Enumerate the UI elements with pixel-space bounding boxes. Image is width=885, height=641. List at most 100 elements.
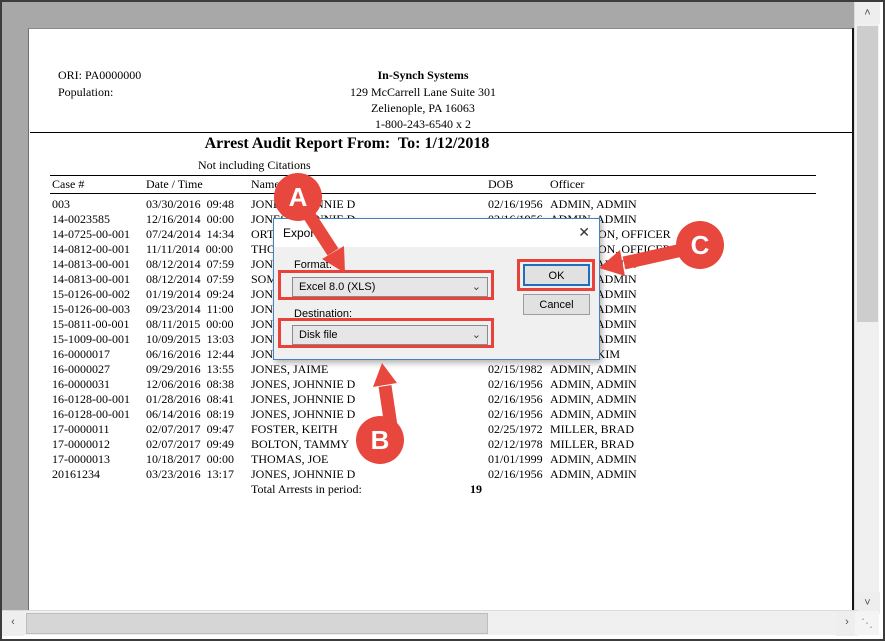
cell-name: THOMAS, JOE <box>251 452 328 467</box>
cell-datetime: 08/12/2014 07:59 <box>146 272 234 287</box>
cell-name: BOLTON, TAMMY <box>251 437 349 452</box>
cancel-button[interactable]: Cancel <box>523 294 590 315</box>
cell-case: 16-0000031 <box>52 377 110 392</box>
callout-c-badge: C <box>676 221 724 269</box>
company-name: In-Synch Systems <box>223 68 623 83</box>
cell-case: 17-0000012 <box>52 437 110 452</box>
table-row: 16-0128-00-001 06/14/2016 08:19 JONES, JOH… <box>2 407 858 422</box>
cell-name: JON <box>251 257 273 272</box>
export-dialog-titlebar[interactable]: Export ✕ <box>274 219 599 247</box>
format-highlight-rect <box>278 270 494 300</box>
cell-name: JONES, JAIME <box>251 362 328 377</box>
cell-case: 16-0000027 <box>52 362 110 377</box>
cell-case: 17-0000013 <box>52 452 110 467</box>
scroll-left-icon[interactable]: ‹ <box>2 611 24 636</box>
cell-datetime: 02/07/2017 09:49 <box>146 437 234 452</box>
cell-dob: 02/16/1956 <box>488 197 543 212</box>
cell-datetime: 03/23/2016 13:17 <box>146 467 234 482</box>
callout-a-badge: A <box>274 173 322 221</box>
destination-highlight-rect <box>278 318 494 348</box>
cell-name: JONES, JOHNNIE D <box>251 377 355 392</box>
cell-dob: 02/16/1956 <box>488 407 543 422</box>
cell-name: JONES, JOHNNIE D <box>251 407 355 422</box>
table-row: 17-000001310/18/2017 00:00THOMAS, JOE01/… <box>2 452 858 467</box>
table-header-row: Case # Date / Time Name DOB Officer <box>2 177 858 192</box>
report-title: Arrest Audit Report From: To: 1/12/2018 <box>97 135 597 153</box>
cell-case: 14-0812-00-001 <box>52 242 130 257</box>
callout-b-badge: B <box>356 416 404 464</box>
header-divider <box>30 132 852 133</box>
cell-officer: ADMIN, ADMIN <box>550 197 637 212</box>
table-row: 17-000001102/07/2017 09:47FOSTER, KEITH0… <box>2 422 858 437</box>
cell-case: 14-0813-00-001 <box>52 257 130 272</box>
vertical-scrollbar-thumb[interactable] <box>857 26 878 322</box>
cell-officer: ADMIN, ADMIN <box>550 467 637 482</box>
report-viewer-window: ORI: PA0000000 Population: In-Synch Syst… <box>0 0 885 641</box>
table-row: 20161234 03/23/2016 13:17 JONES, JOHNNIE D… <box>2 467 858 482</box>
population-label: Population: <box>58 85 113 100</box>
cell-officer: ADMIN, ADMIN <box>550 362 637 377</box>
cell-datetime: 08/12/2014 07:59 <box>146 257 234 272</box>
total-label: Total Arrests in period: <box>251 482 362 497</box>
cell-name: JONES, JOHNNIE D <box>251 467 355 482</box>
cell-dob: 01/01/1999 <box>488 452 543 467</box>
cell-officer: ADMIN, ADMIN <box>550 407 637 422</box>
cell-datetime: 02/07/2017 09:47 <box>146 422 234 437</box>
col-header-case: Case # <box>52 177 84 192</box>
cell-dob: 02/16/1956 <box>488 377 543 392</box>
cell-dob: 02/12/1978 <box>488 437 543 452</box>
cell-case: 16-0000017 <box>52 347 110 362</box>
cell-datetime: 12/06/2016 08:38 <box>146 377 234 392</box>
table-row: 16-0000031 12/06/2016 08:38 JONES, JOHNNIE… <box>2 377 858 392</box>
cell-dob: 02/25/1972 <box>488 422 543 437</box>
horizontal-scrollbar-thumb[interactable] <box>26 613 488 634</box>
cell-name: ORT <box>251 227 274 242</box>
cell-officer: ADMIN, ADMIN <box>550 392 637 407</box>
company-address2: Zelienople, PA 16063 <box>223 101 623 116</box>
table-row: 00303/30/2016 09:48JONES, JOHNNIE D02/16… <box>2 197 858 212</box>
cell-name: JON <box>251 347 273 362</box>
total-value: 19 <box>470 482 482 497</box>
close-icon[interactable]: ✕ <box>578 224 590 241</box>
table-row: 16-0128-00-00101/28/2016 08:41JONES, JOH… <box>2 392 858 407</box>
table-header-rule <box>50 193 816 194</box>
cell-dob: 02/16/1956 <box>488 467 543 482</box>
cell-case: 17-0000011 <box>52 422 110 437</box>
cell-datetime: 08/11/2015 00:00 <box>146 317 234 332</box>
cell-name: JONES, JOHNNIE D <box>251 392 355 407</box>
horizontal-scrollbar[interactable]: ‹ › <box>2 610 858 635</box>
cell-case: 003 <box>52 197 70 212</box>
total-row: Total Arrests in period: 19 <box>2 482 858 497</box>
cell-datetime: 06/14/2016 08:19 <box>146 407 234 422</box>
cell-name: JON <box>251 287 273 302</box>
cell-case: 15-0126-00-002 <box>52 287 130 302</box>
cell-dob: 02/15/1982 <box>488 362 543 377</box>
report-subtitle: Not including Citations <box>198 158 311 173</box>
report-viewport: ORI: PA0000000 Population: In-Synch Syst… <box>2 2 858 614</box>
cell-name: JON <box>251 317 273 332</box>
col-header-datetime: Date / Time <box>146 177 203 192</box>
export-dialog: Export ✕ Format: Excel 8.0 (XLS) ⌄ Desti… <box>273 218 600 360</box>
cell-case: 14-0725-00-001 <box>52 227 130 242</box>
cell-case: 20161234 <box>52 467 100 482</box>
cell-datetime: 07/24/2014 14:34 <box>146 227 234 242</box>
ori-label: ORI: PA0000000 <box>58 68 141 83</box>
export-dialog-title: Export <box>283 226 318 240</box>
cell-name: JON <box>251 332 273 347</box>
company-phone: 1-800-243-6540 x 2 <box>223 117 623 132</box>
cell-officer: MILLER, BRAD <box>550 437 634 452</box>
cell-datetime: 09/23/2014 11:00 <box>146 302 234 317</box>
scroll-up-icon[interactable]: ˄ <box>855 2 880 24</box>
vertical-scrollbar[interactable]: ˄ ˅ <box>854 2 879 614</box>
cell-name: THO <box>251 242 276 257</box>
cell-officer: MILLER, BRAD <box>550 422 634 437</box>
cell-dob: 02/16/1956 <box>488 392 543 407</box>
cell-case: 15-0126-00-003 <box>52 302 130 317</box>
resize-gripper-icon[interactable]: ⋱ <box>855 611 879 635</box>
cell-case: 14-0023585 <box>52 212 110 227</box>
cell-case: 16-0128-00-001 <box>52 407 130 422</box>
cell-officer: ADMIN, ADMIN <box>550 377 637 392</box>
cell-case: 15-1009-00-001 <box>52 332 130 347</box>
cell-name: JON <box>251 302 273 317</box>
table-top-rule <box>50 175 816 176</box>
